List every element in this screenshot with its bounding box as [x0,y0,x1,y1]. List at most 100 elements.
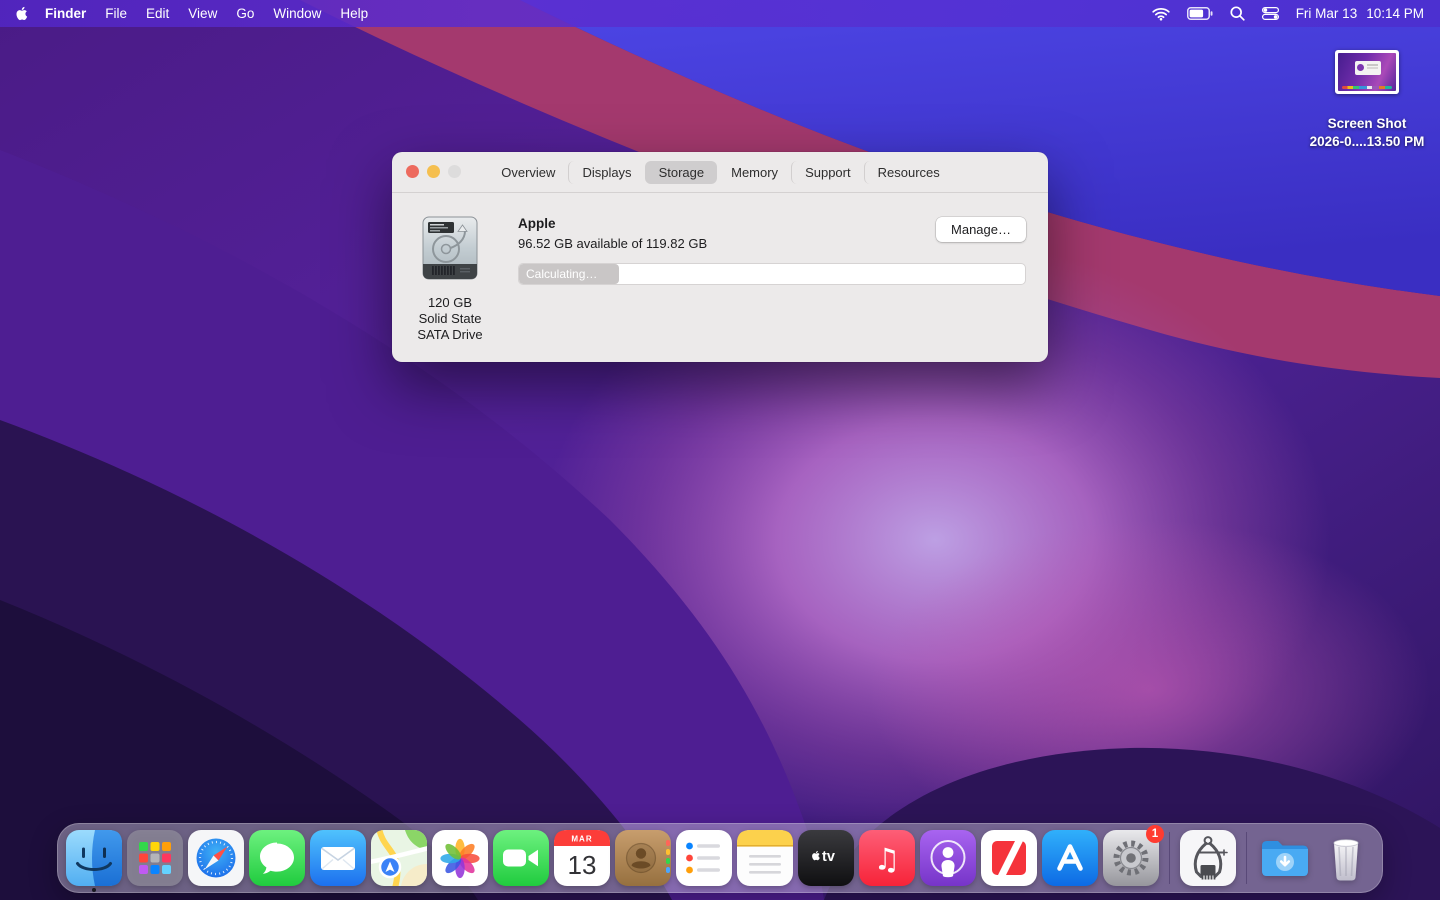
svg-text:♫: ♫ [874,843,901,878]
clock-date: Fri Mar 13 [1296,6,1358,21]
dock-item-launchpad[interactable] [127,830,183,886]
tab[interactable]: Support [791,161,864,184]
dock-item-news[interactable] [981,830,1037,886]
close-button[interactable] [406,165,419,178]
calendar-month-text: MAR [571,835,592,844]
dock-item-notes[interactable] [737,830,793,886]
menu-item[interactable]: Go [236,6,254,21]
manage-button[interactable]: Manage… [936,217,1026,242]
calipers-chip-icon [1180,830,1236,886]
app-store-icon [1042,830,1098,886]
notification-badge: 1 [1146,825,1164,843]
disk-caption-line: Solid State [404,311,496,327]
desktop-file-label-line2: 2026-0....13.50 PM [1310,133,1425,151]
safari-icon [188,830,244,886]
tab[interactable]: Displays [568,161,644,184]
dock-item-calendar[interactable]: MAR 13 [554,830,610,886]
dock-item-mail[interactable] [310,830,366,886]
dock-item-music[interactable]: ♫ [859,830,915,886]
finder-icon [66,830,122,886]
apple-logo-icon [14,5,28,22]
apple-tv-icon: tv [798,830,854,886]
facetime-icon [493,830,549,886]
messages-icon [249,830,305,886]
window-titlebar[interactable]: OverviewDisplaysStorageMemorySupportReso… [392,152,1048,193]
calendar-day-text: 13 [568,850,597,880]
disk-caption: 120 GBSolid StateSATA Drive [404,295,496,343]
contacts-icon [615,830,671,886]
dock-item-trash[interactable] [1318,830,1374,886]
dock-item-system-preferences[interactable]: 1 [1103,830,1159,886]
menu-item[interactable]: Edit [146,6,169,21]
dock-separator [1246,832,1247,884]
dock-item-photos[interactable] [432,830,488,886]
desktop-file-label-line1: Screen Shot [1310,115,1425,133]
desktop-file-screenshot[interactable]: Screen Shot 2026-0....13.50 PM [1301,50,1433,151]
tab[interactable]: Memory [717,161,791,184]
control-center-icon[interactable] [1262,7,1279,20]
screenshot-thumbnail-icon [1335,50,1399,94]
apple-menu[interactable] [14,5,28,22]
dock-item-messages[interactable] [249,830,305,886]
wallpaper [0,0,1440,900]
dock-item-app-store[interactable] [1042,830,1098,886]
active-app-menu[interactable]: Finder [45,6,86,21]
storage-panel: 120 GBSolid StateSATA Drive Apple 96.52 … [392,193,1048,343]
tab[interactable]: Storage [645,161,718,184]
menu-items: File Edit View Go Window Help [105,6,387,21]
music-icon: ♫ [859,830,915,886]
dock-item-maps[interactable] [371,830,427,886]
disk-caption-line: 120 GB [404,295,496,311]
tv-label-text: tv [822,849,835,865]
dock-item-reminders[interactable] [676,830,732,886]
dock-item-finder[interactable] [66,830,122,886]
dock-item-facetime[interactable] [493,830,549,886]
dock-item-hardware-utility[interactable] [1180,830,1236,886]
menu-item[interactable]: Window [273,6,321,21]
tab[interactable]: Resources [864,161,953,184]
tab[interactable]: Overview [487,161,568,184]
clock-time: 10:14 PM [1366,6,1424,21]
disk-caption-line: SATA Drive [404,327,496,343]
downloads-folder-icon [1257,830,1313,886]
about-this-mac-window: OverviewDisplaysStorageMemorySupportReso… [392,152,1048,362]
dock-item-downloads-folder[interactable] [1257,830,1313,886]
dock-item-safari[interactable] [188,830,244,886]
running-indicator-dot [92,888,96,892]
dock-item-tv[interactable]: tv [798,830,854,886]
launchpad-icon [127,830,183,886]
calculating-segment: Calculating… [519,264,619,284]
desktop-file-label: Screen Shot 2026-0....13.50 PM [1310,115,1425,151]
hard-drive-icon [420,216,480,282]
menu-bar-clock[interactable]: Fri Mar 13 10:14 PM [1296,6,1424,21]
dock: MAR 13 [57,823,1383,893]
calculating-label: Calculating… [526,267,597,281]
desktop: Finder File Edit View Go Window Help [0,0,1440,900]
notes-icon [737,830,793,886]
wifi-icon[interactable] [1152,7,1170,21]
menu-bar: Finder File Edit View Go Window Help [0,0,1440,27]
podcasts-icon [920,830,976,886]
traffic-lights [406,165,461,178]
menu-item[interactable]: File [105,6,127,21]
toolbar-tabs: OverviewDisplaysStorageMemorySupportReso… [487,161,953,184]
news-icon [981,830,1037,886]
storage-usage-bar: Calculating… [518,263,1026,285]
reminders-icon [676,830,732,886]
disk-figure: 120 GBSolid StateSATA Drive [404,216,496,343]
menu-item[interactable]: Help [340,6,368,21]
battery-icon[interactable] [1187,7,1213,20]
zoom-button-disabled [448,165,461,178]
menu-item[interactable]: View [188,6,217,21]
dock-separator [1169,832,1170,884]
trash-icon [1318,830,1374,886]
minimize-button[interactable] [427,165,440,178]
maps-icon [371,830,427,886]
disk-details: Apple 96.52 GB available of 119.82 GB Ma… [518,216,1026,343]
photos-icon [432,830,488,886]
dock-item-contacts[interactable] [615,830,671,886]
dock-item-podcasts[interactable] [920,830,976,886]
mail-icon [310,830,366,886]
spotlight-search-icon[interactable] [1230,6,1245,21]
calendar-icon: MAR 13 [554,830,610,886]
